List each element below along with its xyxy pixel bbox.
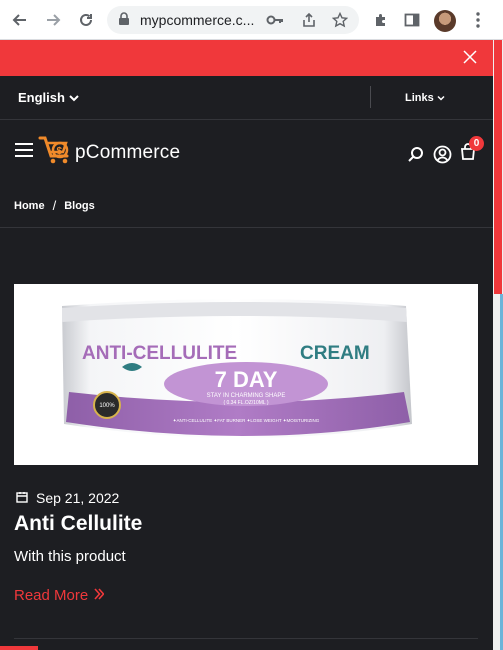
read-more-label[interactable]: Read More [14, 587, 88, 604]
menu-icon[interactable] [467, 9, 489, 31]
divider [14, 638, 478, 639]
forward-icon[interactable] [42, 9, 64, 31]
jar-label-line1a: ANTI-CELLULITE [82, 343, 237, 364]
links-label[interactable]: Links [405, 92, 434, 104]
jar-footer: ✦ANTI-CELLULITE ✦FAT BURNER ✦LOSE WEIGHT… [173, 418, 320, 423]
url-text[interactable]: mypcommerce.c... [140, 12, 254, 28]
breadcrumb: Home / Blogs [14, 198, 95, 213]
browser-toolbar: mypcommerce.c... [0, 0, 503, 40]
account-icon[interactable] [433, 145, 453, 165]
svg-text:$: $ [57, 146, 63, 157]
language-selector[interactable]: English [18, 90, 79, 105]
close-icon[interactable] [461, 48, 479, 66]
breadcrumb-current: Blogs [64, 199, 95, 212]
lock-icon[interactable] [118, 11, 132, 29]
jar-label-line4: ( 0.34 FL.OZ/10ML ) [223, 400, 268, 406]
chevron-right-icon [94, 587, 105, 604]
sidepanel-icon[interactable] [401, 9, 423, 31]
hamburger-menu-icon[interactable] [15, 143, 33, 157]
read-more-link[interactable]: Read More [14, 587, 105, 604]
jar-label-line1b: CREAM [300, 343, 370, 364]
chevron-down-icon [437, 92, 445, 104]
site-header: $ pCommerce [0, 121, 493, 181]
logo-text[interactable]: pCommerce [75, 142, 180, 164]
search-icon[interactable] [407, 145, 427, 165]
post-image[interactable]: ANTI-CELLULITE CREAM 7 DAY STAY IN CHARM… [14, 284, 478, 465]
divider [370, 86, 371, 108]
jar-label-line3: STAY IN CHARMING SHAPE [207, 393, 286, 399]
breadcrumb-separator: / [52, 198, 57, 213]
accent-bar [0, 646, 38, 650]
share-icon[interactable] [300, 11, 318, 29]
post-title[interactable]: Anti Cellulite [14, 512, 142, 536]
post-meta: Sep 21, 2022 [16, 490, 119, 506]
extensions-icon[interactable] [370, 9, 392, 31]
address-bar[interactable]: mypcommerce.c... [107, 6, 359, 34]
back-icon[interactable] [9, 9, 31, 31]
divider [0, 227, 493, 228]
language-label[interactable]: English [18, 90, 65, 105]
breadcrumb-home[interactable]: Home [14, 200, 45, 212]
star-icon[interactable] [331, 11, 349, 29]
logo-cart-icon: $ [38, 134, 74, 171]
scrollbar-thumb[interactable] [494, 40, 502, 294]
jar-seal: 100% [99, 403, 115, 409]
post-excerpt: With this product [14, 548, 126, 565]
calendar-icon [16, 490, 28, 506]
avatar[interactable] [434, 10, 456, 32]
reload-icon[interactable] [75, 9, 97, 31]
key-icon[interactable] [266, 11, 284, 29]
cart-count-badge: 0 [469, 136, 484, 151]
promo-bar [0, 40, 493, 76]
links-dropdown[interactable]: Links [405, 92, 445, 104]
site-logo[interactable]: $ pCommerce [38, 134, 180, 171]
post-date: Sep 21, 2022 [36, 490, 120, 506]
jar-label-line2: 7 DAY [215, 367, 278, 392]
chevron-down-icon [69, 90, 79, 105]
top-bar: English Links [0, 76, 493, 120]
